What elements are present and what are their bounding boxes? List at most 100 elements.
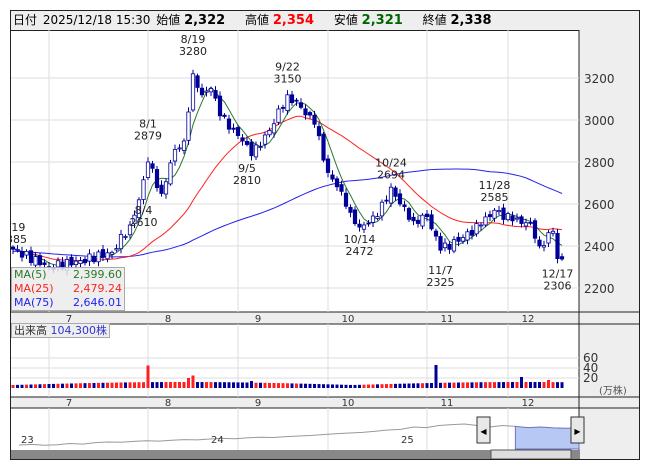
volume-bar bbox=[227, 382, 231, 388]
candle-body bbox=[325, 158, 331, 173]
volume-bar bbox=[520, 377, 523, 388]
volume-bar bbox=[416, 383, 420, 388]
candle-body bbox=[492, 209, 497, 219]
volume-bar bbox=[34, 384, 37, 388]
candle-body bbox=[519, 216, 524, 224]
volume-value: 104,300株 bbox=[50, 324, 108, 337]
navigator-side-bg bbox=[579, 408, 639, 459]
candle-body bbox=[168, 162, 173, 185]
candle-body bbox=[69, 256, 74, 266]
price-tick-label: 3200 bbox=[584, 72, 615, 86]
volume-bar bbox=[191, 375, 195, 388]
volume-bar bbox=[560, 382, 564, 388]
volume-bar bbox=[200, 382, 204, 388]
high-label: 高値 bbox=[245, 13, 270, 27]
volume-bar bbox=[529, 382, 532, 388]
candle-body bbox=[154, 169, 160, 189]
candle-body bbox=[267, 130, 272, 136]
volume-bar bbox=[43, 384, 46, 388]
volume-bar bbox=[74, 383, 78, 388]
candle-body bbox=[316, 126, 322, 137]
candle-body bbox=[213, 90, 218, 99]
volume-bar bbox=[137, 382, 141, 388]
month-label: 8 bbox=[165, 398, 171, 409]
candle-body bbox=[474, 223, 479, 235]
candle-body bbox=[253, 144, 259, 158]
volume-bar bbox=[376, 384, 379, 388]
volume-bar bbox=[106, 382, 109, 388]
candle-body bbox=[334, 178, 340, 188]
price-tick-label: 3000 bbox=[584, 114, 615, 128]
volume-bar bbox=[340, 384, 343, 388]
candle-body bbox=[19, 250, 25, 258]
volume-bar bbox=[407, 383, 411, 388]
volume-bar bbox=[322, 384, 325, 388]
month-label: 11 bbox=[441, 398, 454, 409]
volume-bar bbox=[47, 384, 51, 388]
volume-bar bbox=[164, 382, 168, 388]
month-label: 8 bbox=[165, 314, 171, 325]
volume-bar bbox=[304, 383, 307, 388]
candle-body bbox=[429, 214, 434, 230]
candle-body bbox=[235, 127, 241, 136]
candle-body bbox=[289, 94, 295, 104]
volume-bar bbox=[335, 384, 339, 388]
volume-bar bbox=[16, 384, 19, 388]
volume-bar bbox=[515, 382, 519, 388]
volume-bar bbox=[479, 382, 483, 388]
candle-body bbox=[150, 163, 155, 169]
candle-body bbox=[411, 216, 416, 222]
candle-body bbox=[456, 236, 461, 242]
candle-body bbox=[312, 114, 317, 125]
candle-body bbox=[11, 246, 16, 250]
candle-body bbox=[307, 112, 313, 116]
volume-bar bbox=[182, 382, 186, 388]
scrollbar-thumb[interactable] bbox=[490, 449, 572, 459]
candle-body bbox=[145, 161, 151, 178]
volume-bar bbox=[236, 382, 240, 388]
candle-body bbox=[96, 251, 101, 263]
candle-body bbox=[532, 220, 538, 239]
volume-bar bbox=[533, 382, 537, 388]
volume-bar bbox=[88, 383, 91, 388]
volume-bar bbox=[160, 382, 163, 388]
volume-bar bbox=[205, 382, 208, 388]
candle-body bbox=[510, 215, 515, 222]
navigator-year-label: 24 bbox=[211, 435, 224, 446]
navigator-year-label: 23 bbox=[21, 435, 34, 446]
volume-bar bbox=[502, 382, 505, 388]
candle-body bbox=[87, 253, 92, 262]
annotation-value: 2585 bbox=[481, 191, 509, 204]
volume-bar bbox=[178, 382, 181, 388]
candle-body bbox=[537, 239, 542, 247]
volume-bar bbox=[110, 382, 114, 388]
candle-body bbox=[303, 108, 308, 116]
volume-bar bbox=[556, 382, 559, 388]
candle-body bbox=[343, 192, 349, 207]
candle-body bbox=[438, 236, 443, 251]
candle-body bbox=[379, 201, 385, 217]
volume-bar bbox=[187, 378, 190, 388]
candle-body bbox=[262, 134, 268, 145]
volume-bar bbox=[434, 365, 438, 388]
volume-bar bbox=[92, 382, 96, 388]
volume-bar bbox=[367, 384, 370, 388]
candle-body bbox=[555, 233, 560, 260]
candle-body bbox=[402, 204, 407, 207]
volume-bar bbox=[223, 382, 226, 388]
volume-bar bbox=[353, 384, 357, 388]
candle-body bbox=[321, 133, 326, 161]
price-chart[interactable]: 3200300028002600240022007788991010111112… bbox=[11, 30, 639, 459]
month-label: 12 bbox=[522, 398, 535, 409]
volume-bar bbox=[151, 382, 154, 388]
candle-body bbox=[330, 174, 335, 180]
volume-bar bbox=[281, 383, 285, 388]
volume-bar bbox=[371, 384, 375, 388]
candle-body bbox=[42, 262, 47, 265]
volume-bar bbox=[290, 383, 294, 388]
candle-body bbox=[100, 249, 106, 258]
candle-body bbox=[406, 208, 412, 220]
candle-body bbox=[460, 237, 466, 242]
candle-body bbox=[424, 213, 430, 217]
candle-body bbox=[298, 102, 304, 108]
